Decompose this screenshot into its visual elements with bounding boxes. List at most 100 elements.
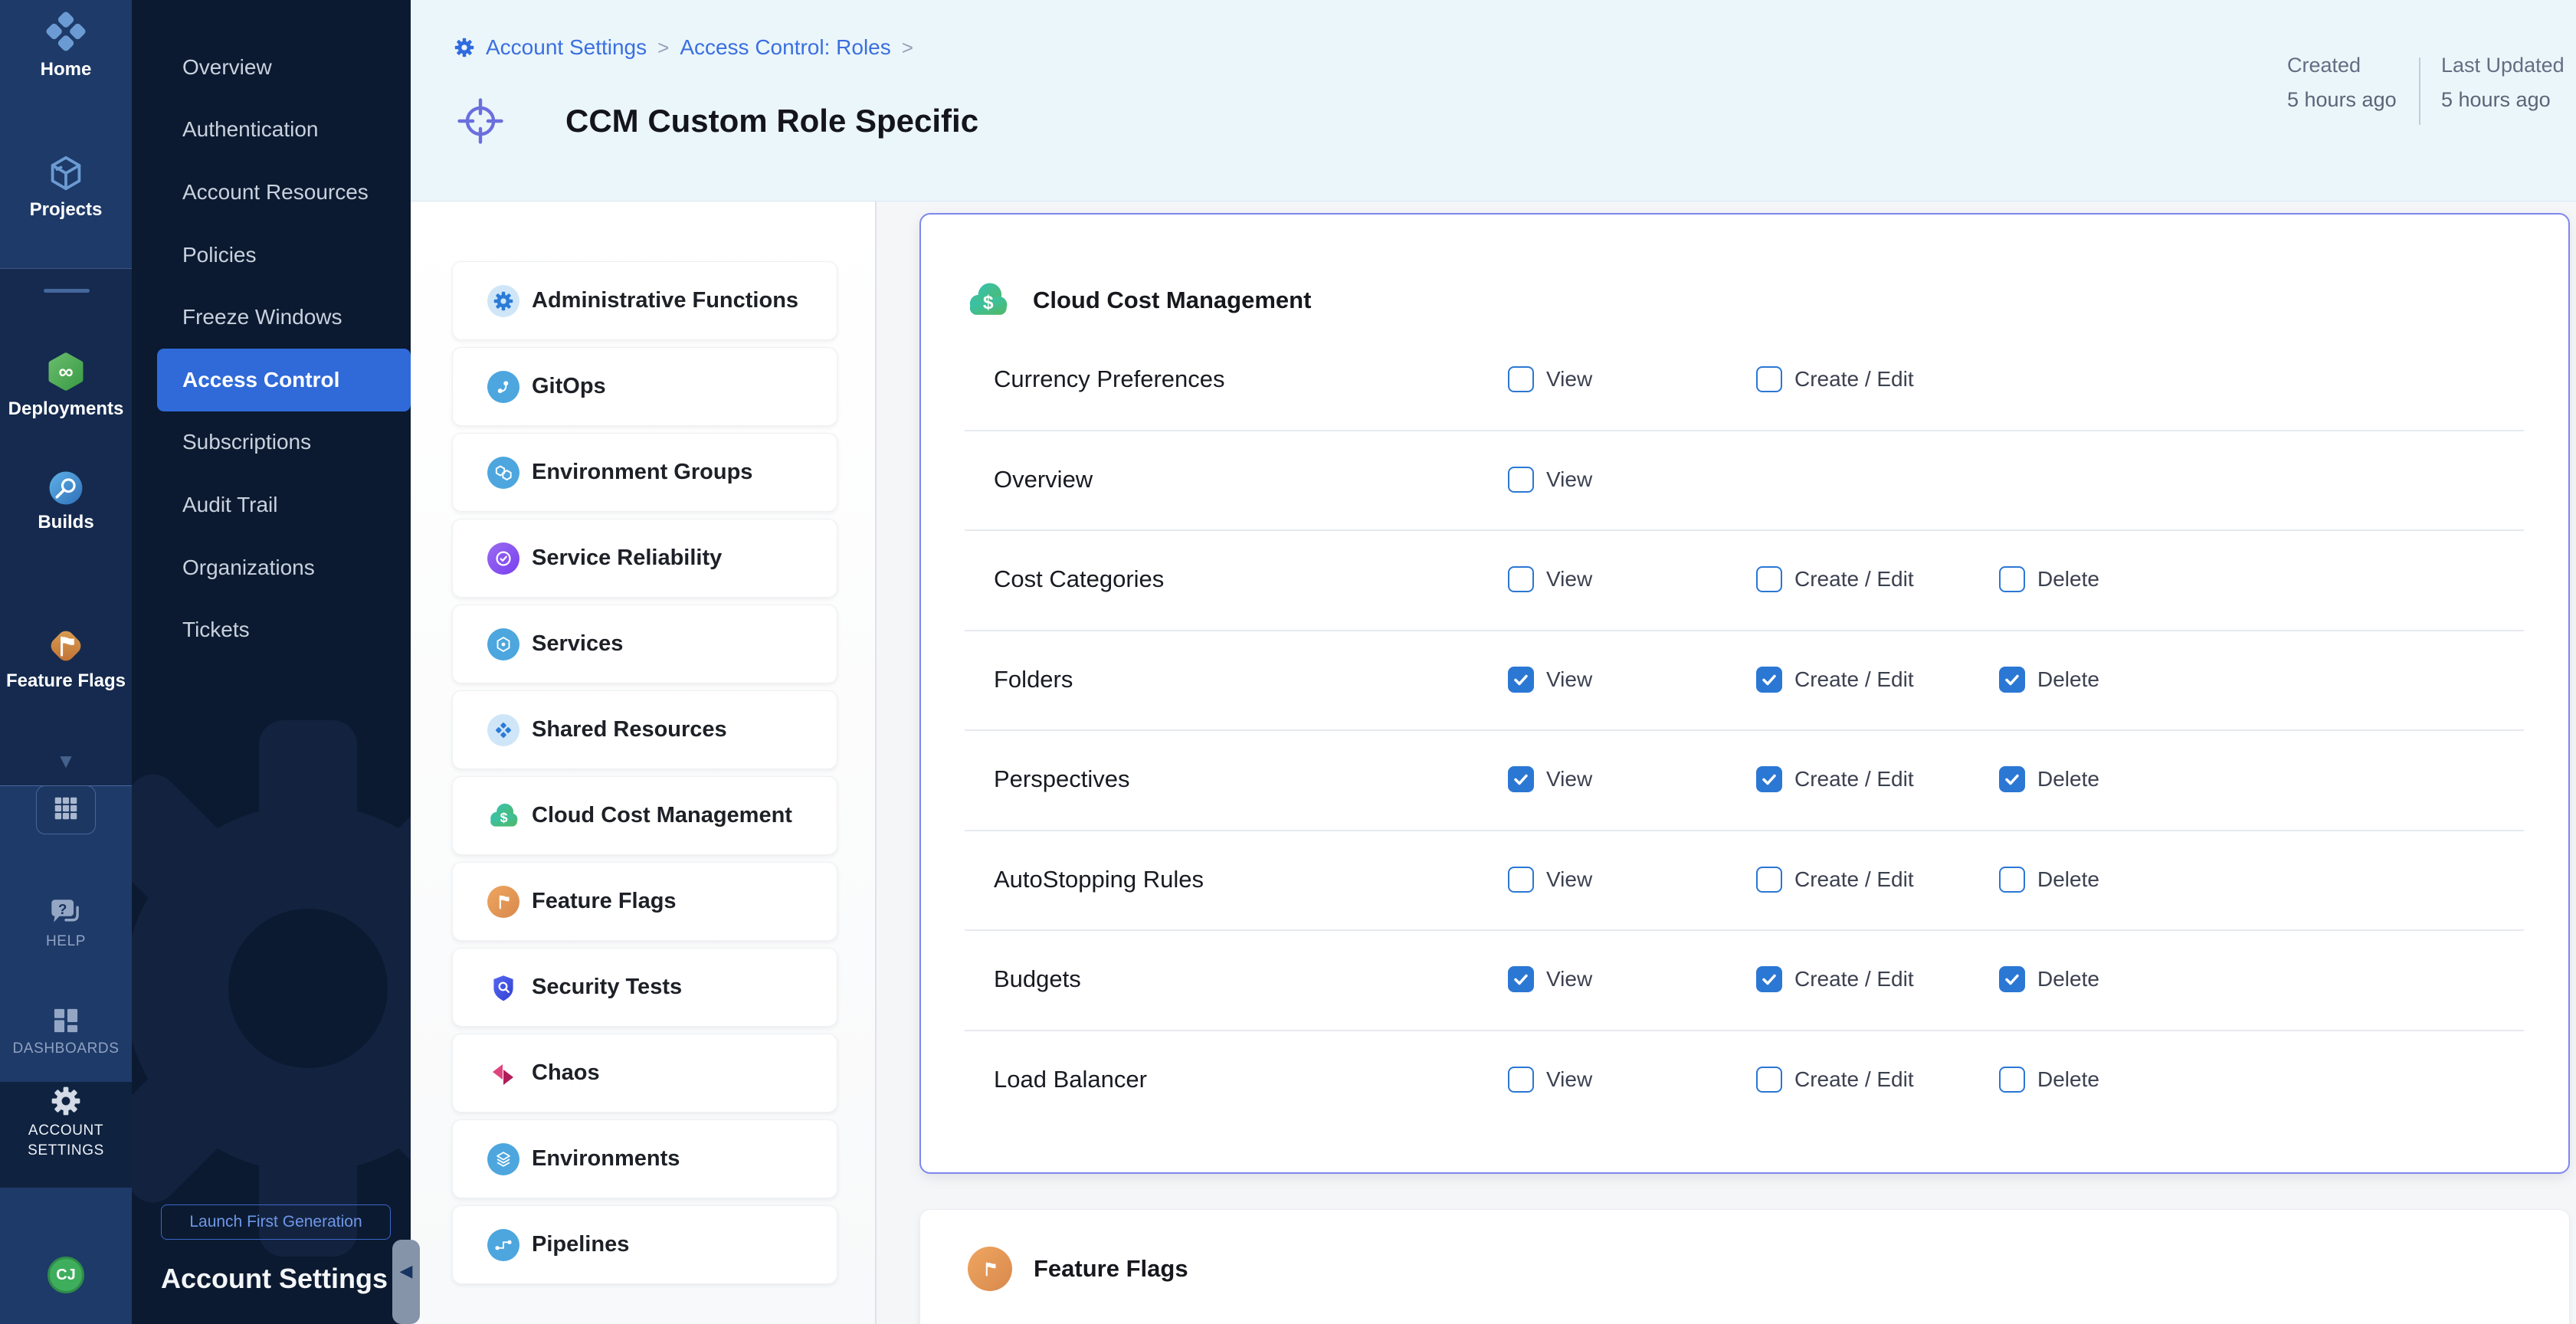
sidenav-item-overview[interactable]: Overview [132, 36, 411, 99]
breadcrumb-separator-icon: > [657, 36, 669, 60]
sidenav-item-authentication[interactable]: Authentication [132, 99, 411, 162]
checkbox-load-balancer-view[interactable] [1508, 1067, 1534, 1093]
permission-label: Delete [2037, 767, 2099, 791]
resource-card-environments[interactable]: Environments [452, 1119, 837, 1198]
settings-sidenav: OverviewAuthenticationAccount ResourcesP… [132, 0, 411, 1324]
resource-card-label: Cloud Cost Management [532, 803, 792, 828]
checkbox-cost-categories-create-edit[interactable] [1756, 566, 1782, 592]
avatar-initials: CJ [56, 1267, 76, 1284]
row-divider [965, 929, 2524, 931]
rail-item-feature-flags[interactable]: Feature Flags [0, 625, 132, 692]
breadcrumb-account-settings[interactable]: Account Settings [486, 35, 647, 60]
checkbox-currency-preferences-view[interactable] [1508, 366, 1534, 392]
checkbox-budgets-delete[interactable] [1999, 966, 2025, 992]
resource-card-security-tests[interactable]: Security Tests [452, 948, 837, 1027]
last-updated-label: Last Updated [2441, 54, 2565, 77]
cloud-cost-management-icon: $ [965, 278, 1010, 323]
sidenav-title: Account Settings [161, 1263, 388, 1295]
checkbox-load-balancer-create-edit[interactable] [1756, 1067, 1782, 1093]
rail-item-help[interactable]: ? HELP [0, 894, 132, 950]
settings-gear-icon [454, 37, 475, 58]
permission-label: View [1546, 567, 1592, 592]
sidenav-item-audit-trail[interactable]: Audit Trail [132, 474, 411, 536]
sidenav-item-account-resources[interactable]: Account Resources [132, 161, 411, 224]
sidenav-item-organizations[interactable]: Organizations [132, 536, 411, 599]
user-avatar[interactable]: CJ [48, 1257, 84, 1293]
resource-card-cloud-cost-management[interactable]: $ Cloud Cost Management [452, 776, 837, 855]
permission-row-label: Budgets [994, 965, 1081, 993]
resource-card-administrative-functions[interactable]: Administrative Functions [452, 261, 837, 340]
checkbox-autostopping-rules-delete[interactable] [1999, 867, 2025, 893]
svg-text:$: $ [500, 809, 508, 824]
rail-item-projects[interactable]: Projects [0, 151, 132, 221]
meta-divider [2419, 57, 2420, 125]
permission-label: Delete [2037, 1067, 2099, 1092]
permission-label: Create / Edit [1794, 767, 1914, 791]
sidenav-item-access-control[interactable]: Access Control [157, 349, 411, 411]
permission-row-autostopping-rules: AutoStopping RulesViewCreate / EditDelet… [921, 830, 2568, 930]
checkbox-budgets-view[interactable] [1508, 966, 1534, 992]
resource-card-label: Administrative Functions [532, 288, 798, 313]
permission-row-label: AutoStopping Rules [994, 866, 1204, 893]
resource-card-service-reliability[interactable]: Service Reliability [452, 519, 837, 598]
checkbox-autostopping-rules-create-edit[interactable] [1756, 867, 1782, 893]
rail-label-home: Home [0, 59, 132, 80]
permission-label: Create / Edit [1794, 667, 1914, 692]
resource-card-gitops[interactable]: GitOps [452, 347, 837, 426]
checkbox-folders-create-edit[interactable] [1756, 667, 1782, 693]
permission-label: View [1546, 367, 1592, 392]
sidenav-item-freeze-windows[interactable]: Freeze Windows [132, 286, 411, 349]
rail-item-account-settings[interactable]: ACCOUNT SETTINGS [0, 1085, 132, 1161]
checkbox-cost-categories-delete[interactable] [1999, 566, 2025, 592]
sidenav-item-tickets[interactable]: Tickets [132, 598, 411, 661]
sidenav-collapse-button[interactable]: ◀ [392, 1240, 420, 1324]
checkbox-perspectives-view[interactable] [1508, 766, 1534, 792]
checkbox-folders-view[interactable] [1508, 667, 1534, 693]
launch-first-generation-button[interactable]: Launch First Generation [161, 1204, 391, 1240]
checkbox-cost-categories-view[interactable] [1508, 566, 1534, 592]
rail-more-chevron-down-icon[interactable]: ▼ [0, 754, 132, 768]
checkbox-load-balancer-delete[interactable] [1999, 1067, 2025, 1093]
checkbox-perspectives-delete[interactable] [1999, 766, 2025, 792]
rail-section-profile [0, 1188, 132, 1324]
permission-label: Delete [2037, 567, 2099, 592]
checkbox-overview-view[interactable] [1508, 467, 1534, 493]
permission-row-overview: OverviewView [921, 430, 2568, 530]
resource-card-pipelines[interactable]: Pipelines [452, 1205, 837, 1284]
breadcrumb-access-control-roles[interactable]: Access Control: Roles [680, 35, 890, 60]
pipelines-icon [487, 1229, 519, 1261]
feature-flags-section-title: Feature Flags [1034, 1255, 1188, 1283]
gitops-icon [487, 371, 519, 403]
resource-card-label: Environment Groups [532, 460, 752, 485]
resource-card-chaos[interactable]: Chaos [452, 1034, 837, 1113]
feature-flag-icon [487, 886, 519, 918]
role-target-icon [455, 96, 506, 146]
cloud-cost-management-panel: $ Cloud Cost Management Currency Prefere… [919, 213, 2570, 1174]
permission-row-cost-categories: Cost CategoriesViewCreate / EditDelete [921, 529, 2568, 630]
permission-label: Create / Edit [1794, 1067, 1914, 1092]
resource-card-label: Environments [532, 1146, 680, 1172]
resource-card-environment-groups[interactable]: Environment Groups [452, 433, 837, 512]
sidenav-item-policies[interactable]: Policies [132, 224, 411, 287]
rail-item-home[interactable]: Home [0, 8, 132, 80]
rail-item-builds[interactable]: Builds [0, 468, 132, 533]
checkbox-currency-preferences-create-edit[interactable] [1756, 366, 1782, 392]
permission-row-label: Load Balancer [994, 1066, 1147, 1093]
gear-icon [50, 1085, 82, 1117]
sidenav-item-subscriptions[interactable]: Subscriptions [132, 411, 411, 474]
checkbox-perspectives-create-edit[interactable] [1756, 766, 1782, 792]
checkbox-folders-delete[interactable] [1999, 667, 2025, 693]
resource-card-shared-resources[interactable]: Shared Resources [452, 690, 837, 769]
rail-item-dashboards[interactable]: DASHBOARDS [0, 1004, 132, 1057]
resource-card-services[interactable]: Services [452, 605, 837, 683]
rail-item-deployments[interactable]: ∞ Deployments [0, 349, 132, 420]
builds-ci-icon [46, 468, 86, 508]
checkbox-budgets-create-edit[interactable] [1756, 966, 1782, 992]
checkbox-autostopping-rules-view[interactable] [1508, 867, 1534, 893]
chaos-icon [487, 1057, 519, 1090]
permission-label: View [1546, 667, 1592, 692]
resource-card-feature-flags[interactable]: Feature Flags [452, 862, 837, 941]
deployments-cd-icon: ∞ [43, 349, 89, 395]
permission-label: Create / Edit [1794, 967, 1914, 991]
module-picker-button[interactable] [36, 785, 96, 834]
